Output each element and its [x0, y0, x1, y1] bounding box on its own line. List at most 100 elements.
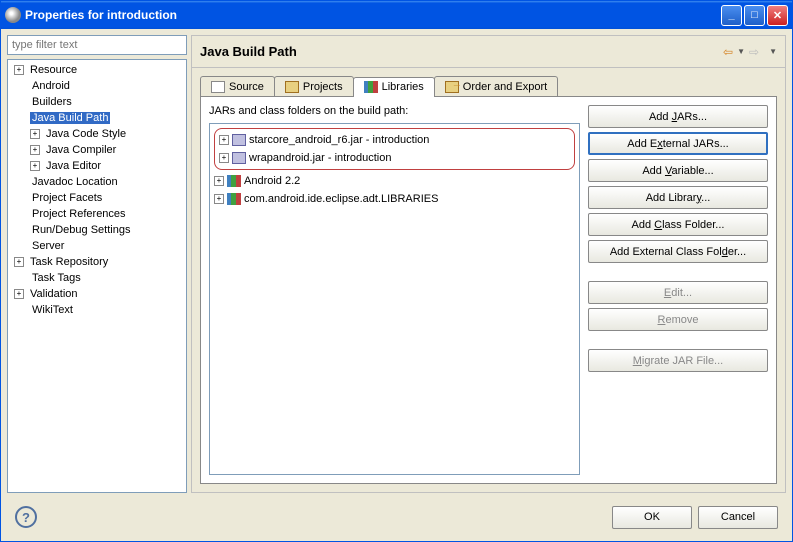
- tree-item[interactable]: + Resource: [10, 62, 184, 78]
- page-body: Source Projects Libraries Order and Expo…: [192, 68, 785, 492]
- library-label: Android 2.2: [244, 175, 300, 187]
- source-icon: [211, 81, 225, 93]
- add-jars-button[interactable]: Add JARs...: [588, 105, 768, 128]
- page-title: Java Build Path: [200, 44, 297, 59]
- expand-icon[interactable]: +: [30, 129, 40, 139]
- tree-item[interactable]: Project References: [10, 206, 184, 222]
- migrate-jar-button: Migrate JAR File...: [588, 349, 768, 372]
- tree-item-label: Android: [30, 80, 72, 92]
- jar-icon: [232, 134, 246, 146]
- right-panel: Java Build Path ⇦ ▼ ⇨ ▼ Source Projects …: [191, 35, 786, 493]
- order-export-icon: [445, 81, 459, 93]
- add-class-folder-button[interactable]: Add Class Folder...: [588, 213, 768, 236]
- libraries-icon: [364, 81, 378, 93]
- expand-icon[interactable]: +: [219, 135, 229, 145]
- tab-libraries[interactable]: Libraries: [353, 77, 435, 97]
- tab-order-export[interactable]: Order and Export: [434, 76, 558, 96]
- add-library-button[interactable]: Add Library...: [588, 186, 768, 209]
- library-row[interactable]: + starcore_android_r6.jar - introduction: [219, 131, 570, 149]
- tab-source[interactable]: Source: [200, 76, 275, 96]
- library-icon: [227, 193, 241, 205]
- properties-dialog: Properties for introduction _ □ ✕ + Resou…: [0, 0, 793, 542]
- tab-projects[interactable]: Projects: [274, 76, 354, 96]
- tree-item[interactable]: WikiText: [10, 302, 184, 318]
- tree-item[interactable]: + Validation: [10, 286, 184, 302]
- tree-item[interactable]: Builders: [10, 94, 184, 110]
- left-panel: + Resource Android Builders Java Build Path +…: [7, 35, 187, 493]
- tree-item-label: Javadoc Location: [30, 176, 120, 188]
- dialog-buttons: OK Cancel: [612, 506, 778, 529]
- expand-icon[interactable]: +: [214, 176, 224, 186]
- help-icon[interactable]: ?: [15, 506, 37, 528]
- library-label: wrapandroid.jar - introduction: [249, 152, 391, 164]
- tree-item-label: Task Repository: [28, 256, 110, 268]
- add-external-class-folder-button[interactable]: Add External Class Folder...: [588, 240, 768, 263]
- nav-arrows: ⇦ ▼ ⇨ ▼: [723, 45, 777, 59]
- back-menu-icon[interactable]: ▼: [737, 47, 745, 56]
- tree-item[interactable]: Java Build Path: [10, 110, 184, 126]
- expand-icon[interactable]: +: [30, 161, 40, 171]
- expand-icon[interactable]: +: [14, 257, 24, 267]
- tree-item[interactable]: + Java Code Style: [10, 126, 184, 142]
- tree-item[interactable]: Run/Debug Settings: [10, 222, 184, 238]
- projects-icon: [285, 81, 299, 93]
- close-button[interactable]: ✕: [767, 5, 788, 26]
- remove-button: Remove: [588, 308, 768, 331]
- add-variable-button[interactable]: Add Variable...: [588, 159, 768, 182]
- tree-item-label: Project References: [30, 208, 128, 220]
- add-external-jars-button[interactable]: Add External JARs...: [588, 132, 768, 155]
- page-header: Java Build Path ⇦ ▼ ⇨ ▼: [192, 36, 785, 68]
- maximize-button[interactable]: □: [744, 5, 765, 26]
- tree-item-label: Java Build Path: [30, 112, 110, 124]
- expand-icon[interactable]: +: [214, 194, 224, 204]
- tree-item-label: Run/Debug Settings: [30, 224, 132, 236]
- minimize-button[interactable]: _: [721, 5, 742, 26]
- library-row[interactable]: + Android 2.2: [214, 172, 575, 190]
- tree-item[interactable]: Javadoc Location: [10, 174, 184, 190]
- button-column: Add JARs... Add External JARs... Add Var…: [588, 105, 768, 475]
- tree-item[interactable]: + Java Editor: [10, 158, 184, 174]
- tree-item[interactable]: + Java Compiler: [10, 142, 184, 158]
- expand-icon[interactable]: +: [14, 65, 24, 75]
- jar-icon: [232, 152, 246, 164]
- tree-item-label: Task Tags: [30, 272, 83, 284]
- titlebar: Properties for introduction _ □ ✕: [1, 1, 792, 29]
- window-controls: _ □ ✕: [721, 5, 788, 26]
- back-icon[interactable]: ⇦: [723, 45, 733, 59]
- tree-item-label: Project Facets: [30, 192, 104, 204]
- library-label: com.android.ide.eclipse.adt.LIBRARIES: [244, 193, 438, 205]
- forward-icon: ⇨: [749, 45, 759, 59]
- tree-item-label: Java Compiler: [44, 144, 118, 156]
- tree-item[interactable]: Task Tags: [10, 270, 184, 286]
- main-area: + Resource Android Builders Java Build Path +…: [7, 35, 786, 493]
- tree-item[interactable]: + Task Repository: [10, 254, 184, 270]
- library-row[interactable]: + wrapandroid.jar - introduction: [219, 149, 570, 167]
- tree-item-label: Resource: [28, 64, 79, 76]
- filter-input[interactable]: [7, 35, 187, 55]
- highlighted-jars: +starcore_android_r6.jar - introduction+…: [214, 128, 575, 170]
- expand-icon[interactable]: +: [30, 145, 40, 155]
- tree-item-label: Validation: [28, 288, 80, 300]
- tree-item[interactable]: Android: [10, 78, 184, 94]
- tree-item[interactable]: Project Facets: [10, 190, 184, 206]
- tree-item-label: Server: [30, 240, 66, 252]
- bottom-bar: ? OK Cancel: [7, 499, 786, 535]
- tree-item-label: Java Editor: [44, 160, 103, 172]
- expand-icon[interactable]: +: [219, 153, 229, 163]
- ok-button[interactable]: OK: [612, 506, 692, 529]
- menu-icon[interactable]: ▼: [769, 47, 777, 56]
- libraries-list[interactable]: +starcore_android_r6.jar - introduction+…: [209, 123, 580, 475]
- edit-button: Edit...: [588, 281, 768, 304]
- tab-content-libraries: JARs and class folders on the build path…: [200, 97, 777, 484]
- library-icon: [227, 175, 241, 187]
- expand-icon[interactable]: +: [14, 289, 24, 299]
- tree-item[interactable]: Server: [10, 238, 184, 254]
- library-row[interactable]: + com.android.ide.eclipse.adt.LIBRARIES: [214, 190, 575, 208]
- content-area: + Resource Android Builders Java Build Path +…: [1, 29, 792, 541]
- navigation-tree[interactable]: + Resource Android Builders Java Build Path +…: [7, 59, 187, 493]
- library-label: starcore_android_r6.jar - introduction: [249, 134, 429, 146]
- tree-item-label: Java Code Style: [44, 128, 128, 140]
- app-icon: [5, 7, 21, 23]
- libraries-area: JARs and class folders on the build path…: [209, 105, 580, 475]
- cancel-button[interactable]: Cancel: [698, 506, 778, 529]
